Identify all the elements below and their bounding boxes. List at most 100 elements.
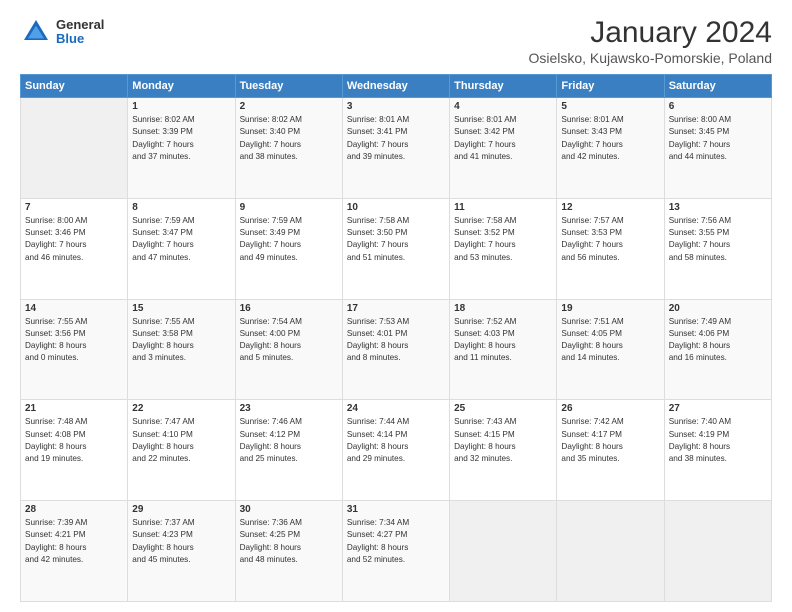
day-number: 28 <box>25 504 123 515</box>
day-info-line: and 37 minutes. <box>132 151 230 163</box>
day-info-line: Sunrise: 8:01 AM <box>561 114 659 126</box>
day-info-line: Sunset: 4:03 PM <box>454 328 552 340</box>
day-info-line: Daylight: 8 hours <box>561 441 659 453</box>
day-info-line: Daylight: 8 hours <box>25 441 123 453</box>
day-content: Sunrise: 8:01 AMSunset: 3:41 PMDaylight:… <box>347 114 445 163</box>
page: General Blue January 2024 Osielsko, Kuja… <box>0 0 792 612</box>
day-info-line: Daylight: 8 hours <box>669 441 767 453</box>
day-info-line: Sunset: 4:27 PM <box>347 529 445 541</box>
day-info-line: Sunset: 4:17 PM <box>561 429 659 441</box>
table-row: 26Sunrise: 7:42 AMSunset: 4:17 PMDayligh… <box>557 400 664 501</box>
day-info-line: Daylight: 8 hours <box>347 340 445 352</box>
day-number: 16 <box>240 303 338 314</box>
table-row: 5Sunrise: 8:01 AMSunset: 3:43 PMDaylight… <box>557 98 664 199</box>
day-info-line: Sunrise: 7:55 AM <box>132 316 230 328</box>
day-info-line: Sunrise: 7:58 AM <box>454 215 552 227</box>
day-info-line: and 5 minutes. <box>240 352 338 364</box>
day-info-line: Daylight: 7 hours <box>240 139 338 151</box>
table-row: 19Sunrise: 7:51 AMSunset: 4:05 PMDayligh… <box>557 299 664 400</box>
table-row: 31Sunrise: 7:34 AMSunset: 4:27 PMDayligh… <box>342 501 449 602</box>
day-info-line: Daylight: 8 hours <box>240 340 338 352</box>
day-info-line: Daylight: 8 hours <box>347 441 445 453</box>
day-content: Sunrise: 7:57 AMSunset: 3:53 PMDaylight:… <box>561 215 659 264</box>
day-number: 8 <box>132 202 230 213</box>
day-content: Sunrise: 7:37 AMSunset: 4:23 PMDaylight:… <box>132 517 230 566</box>
day-info-line: and 8 minutes. <box>347 352 445 364</box>
day-info-line: and 0 minutes. <box>25 352 123 364</box>
day-info-line: and 46 minutes. <box>25 252 123 264</box>
day-info-line: Sunset: 3:42 PM <box>454 126 552 138</box>
day-info-line: Sunrise: 7:39 AM <box>25 517 123 529</box>
day-info-line: Sunset: 3:50 PM <box>347 227 445 239</box>
calendar-header-row: Sunday Monday Tuesday Wednesday Thursday… <box>21 75 772 98</box>
day-info-line: Sunset: 4:08 PM <box>25 429 123 441</box>
day-info-line: Sunset: 4:14 PM <box>347 429 445 441</box>
table-row <box>664 501 771 602</box>
day-info-line: Sunset: 3:39 PM <box>132 126 230 138</box>
day-info-line: Sunrise: 7:57 AM <box>561 215 659 227</box>
day-content: Sunrise: 8:01 AMSunset: 3:42 PMDaylight:… <box>454 114 552 163</box>
day-info-line: Daylight: 8 hours <box>132 340 230 352</box>
day-content: Sunrise: 7:59 AMSunset: 3:49 PMDaylight:… <box>240 215 338 264</box>
day-number: 23 <box>240 403 338 414</box>
day-content: Sunrise: 7:56 AMSunset: 3:55 PMDaylight:… <box>669 215 767 264</box>
col-wednesday: Wednesday <box>342 75 449 98</box>
day-info-line: Daylight: 7 hours <box>347 139 445 151</box>
day-info-line: Daylight: 8 hours <box>25 340 123 352</box>
day-number: 17 <box>347 303 445 314</box>
col-sunday: Sunday <box>21 75 128 98</box>
day-info-line: Sunrise: 7:51 AM <box>561 316 659 328</box>
col-tuesday: Tuesday <box>235 75 342 98</box>
day-info-line: Sunset: 4:23 PM <box>132 529 230 541</box>
day-info-line: and 51 minutes. <box>347 252 445 264</box>
day-info-line: and 32 minutes. <box>454 453 552 465</box>
day-number: 30 <box>240 504 338 515</box>
month-title: January 2024 <box>528 16 772 50</box>
day-content: Sunrise: 7:47 AMSunset: 4:10 PMDaylight:… <box>132 416 230 465</box>
day-info-line: Daylight: 8 hours <box>25 542 123 554</box>
day-info-line: Sunrise: 8:01 AM <box>347 114 445 126</box>
day-number: 14 <box>25 303 123 314</box>
day-content: Sunrise: 8:02 AMSunset: 3:39 PMDaylight:… <box>132 114 230 163</box>
day-info-line: and 14 minutes. <box>561 352 659 364</box>
day-info-line: Sunrise: 7:59 AM <box>240 215 338 227</box>
calendar-week-row: 1Sunrise: 8:02 AMSunset: 3:39 PMDaylight… <box>21 98 772 199</box>
table-row: 16Sunrise: 7:54 AMSunset: 4:00 PMDayligh… <box>235 299 342 400</box>
location-subtitle: Osielsko, Kujawsko-Pomorskie, Poland <box>528 50 772 66</box>
day-info-line: Sunrise: 7:48 AM <box>25 416 123 428</box>
day-content: Sunrise: 7:58 AMSunset: 3:50 PMDaylight:… <box>347 215 445 264</box>
table-row: 14 Sunrise: 7:55 AMSunset: 3:56 PMDayligh… <box>21 299 128 400</box>
day-content: Sunrise: 7:51 AMSunset: 4:05 PMDaylight:… <box>561 316 659 365</box>
col-thursday: Thursday <box>450 75 557 98</box>
day-info-line: and 3 minutes. <box>132 352 230 364</box>
day-content: Sunrise: 7:55 AMSunset: 3:56 PMDaylight:… <box>25 316 123 365</box>
day-info-line: and 22 minutes. <box>132 453 230 465</box>
day-info-line: Daylight: 7 hours <box>561 139 659 151</box>
day-info-line: and 38 minutes. <box>240 151 338 163</box>
day-info-line: and 19 minutes. <box>25 453 123 465</box>
logo-general: General <box>56 18 104 32</box>
day-info-line: and 29 minutes. <box>347 453 445 465</box>
day-number: 5 <box>561 101 659 112</box>
day-info-line: Daylight: 8 hours <box>240 441 338 453</box>
table-row: 15Sunrise: 7:55 AMSunset: 3:58 PMDayligh… <box>128 299 235 400</box>
table-row: 2Sunrise: 8:02 AMSunset: 3:40 PMDaylight… <box>235 98 342 199</box>
day-content: Sunrise: 7:55 AMSunset: 3:58 PMDaylight:… <box>132 316 230 365</box>
table-row: 11Sunrise: 7:58 AMSunset: 3:52 PMDayligh… <box>450 198 557 299</box>
day-info-line: Sunset: 4:15 PM <box>454 429 552 441</box>
day-info-line: Daylight: 8 hours <box>240 542 338 554</box>
day-number: 2 <box>240 101 338 112</box>
day-info-line: Sunset: 3:47 PM <box>132 227 230 239</box>
table-row: 20Sunrise: 7:49 AMSunset: 4:06 PMDayligh… <box>664 299 771 400</box>
day-number: 29 <box>132 504 230 515</box>
day-info-line: Sunset: 4:00 PM <box>240 328 338 340</box>
table-row: 17Sunrise: 7:53 AMSunset: 4:01 PMDayligh… <box>342 299 449 400</box>
day-info-line: Sunset: 4:01 PM <box>347 328 445 340</box>
day-info-line: Sunrise: 7:56 AM <box>669 215 767 227</box>
day-number: 27 <box>669 403 767 414</box>
day-info-line: and 47 minutes. <box>132 252 230 264</box>
table-row: 9Sunrise: 7:59 AMSunset: 3:49 PMDaylight… <box>235 198 342 299</box>
day-number: 4 <box>454 101 552 112</box>
day-info-line: Sunrise: 8:02 AM <box>132 114 230 126</box>
day-info-line: Daylight: 7 hours <box>454 239 552 251</box>
